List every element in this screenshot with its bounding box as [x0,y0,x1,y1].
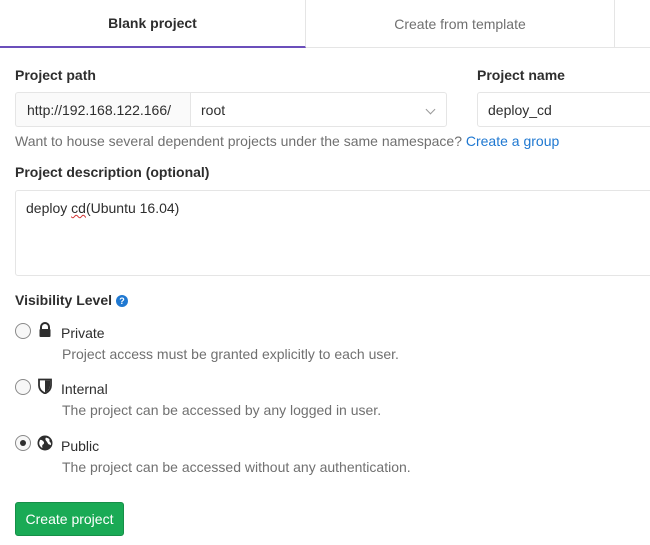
description-text-pre: deploy [26,200,72,216]
description-text-misspelled: cd [71,200,86,216]
chevron-down-icon [425,104,436,115]
project-name-label: Project name [477,67,565,83]
project-path-label: Project path [15,67,96,83]
lock-icon [39,322,51,337]
visibility-public-title: Public [61,438,100,454]
globe-icon [37,435,53,451]
description-text-post: (Ubuntu 16.04) [85,200,180,216]
project-description-textarea[interactable]: deploy cd(Ubuntu 16.04) [15,190,650,276]
shield-icon [38,378,52,394]
visibility-internal-radio[interactable] [15,379,31,395]
visibility-level-label: Visibility Level? [15,292,129,308]
project-path-prefix: http://192.168.122.166/ [15,92,190,127]
tab-create-from-template[interactable]: Create from template [306,0,615,48]
visibility-private-title: Private [61,325,105,341]
project-description-label: Project description (optional) [15,164,210,180]
project-name-input[interactable]: deploy_cd [477,92,650,127]
tab-blank-project[interactable]: Blank project [0,0,306,48]
visibility-private-desc: Project access must be granted explicitl… [62,346,399,362]
visibility-public-radio[interactable] [15,435,31,451]
namespace-help-text: Want to house several dependent projects… [15,133,559,149]
project-name-value: deploy_cd [488,101,552,118]
create-group-link[interactable]: Create a group [466,133,559,149]
visibility-public-desc: The project can be accessed without any … [62,459,411,475]
visibility-internal-desc: The project can be accessed by any logge… [62,402,382,418]
namespace-value: root [201,101,226,118]
namespace-help-message: Want to house several dependent projects… [15,133,462,149]
project-path-group: http://192.168.122.166/ root [15,92,447,127]
namespace-select[interactable]: root [190,92,447,127]
project-tabs: Blank project Create from template [0,0,650,48]
create-project-button[interactable]: Create project [15,502,124,536]
question-circle-icon[interactable]: ? [116,295,129,307]
visibility-private-radio[interactable] [15,323,31,339]
visibility-level-text: Visibility Level [15,292,113,308]
visibility-internal-title: Internal [61,381,108,397]
